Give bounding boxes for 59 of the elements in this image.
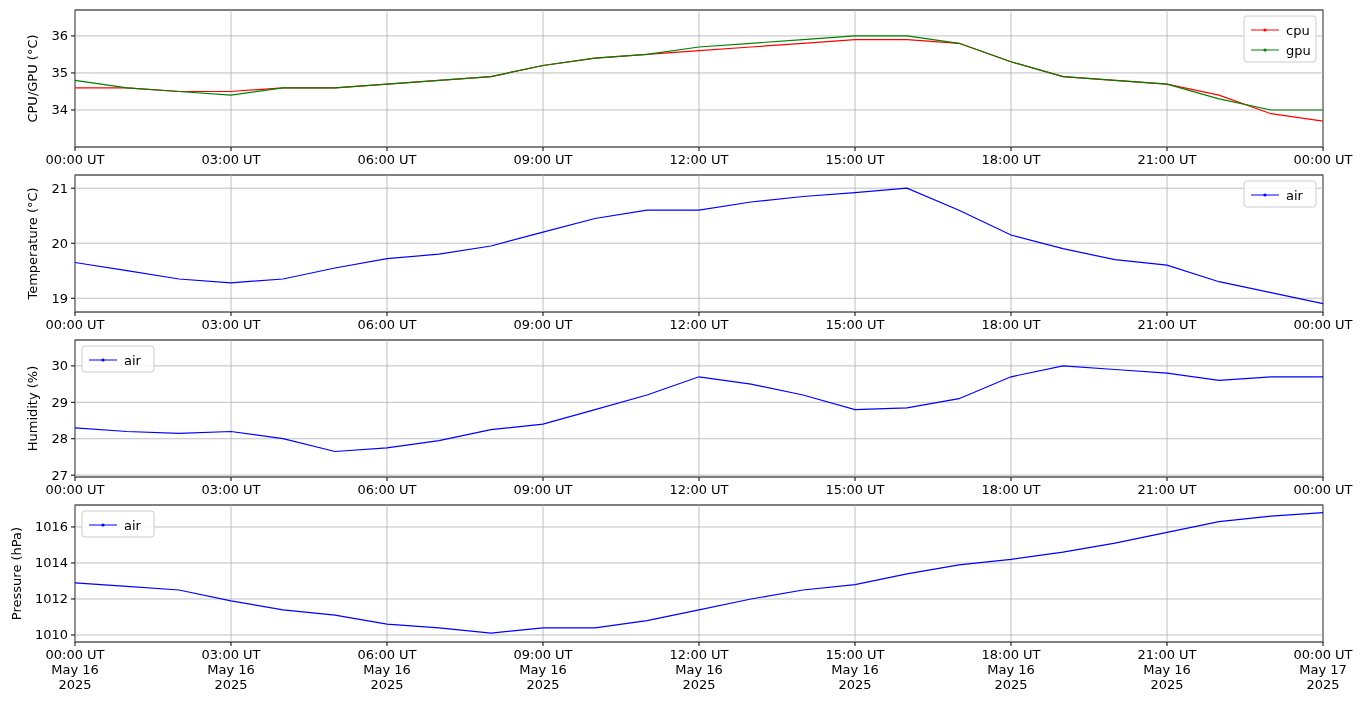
y-tick-label: 30 <box>51 358 68 374</box>
x-tick-label: 12:00 UT <box>669 152 729 165</box>
legend-label: air <box>124 353 141 368</box>
y-axis-label: Humidity (%) <box>25 365 40 452</box>
x-tick-label: 00:00 UT May 17 2025 <box>1293 647 1353 690</box>
y-tick-label: 36 <box>51 28 68 44</box>
x-tick-label: 03:00 UT <box>201 317 261 330</box>
x-tick-label: 00:00 UT <box>45 317 105 330</box>
x-tick-label: 00:00 UT <box>1293 152 1353 165</box>
y-tick-label: 1016 <box>34 519 68 535</box>
x-tick-label: 18:00 UT May 16 2025 <box>981 647 1041 690</box>
x-tick-label: 03:00 UT <box>201 482 261 495</box>
x-tick-label: 21:00 UT <box>1137 317 1197 330</box>
y-tick-label: 21 <box>51 180 68 196</box>
y-axis-label: CPU/GPU (°C) <box>25 34 40 123</box>
x-tick-label: 06:00 UT <box>357 152 417 165</box>
x-tick-label: 12:00 UT May 16 2025 <box>669 647 729 690</box>
y-tick-label: 27 <box>51 467 68 483</box>
legend-label: gpu <box>1286 43 1311 58</box>
x-tick-label: 09:00 UT <box>513 482 573 495</box>
x-tick-label: 21:00 UT May 16 2025 <box>1137 647 1197 690</box>
x-tick-label: 15:00 UT May 16 2025 <box>825 647 885 690</box>
x-tick-label: 18:00 UT <box>981 482 1041 495</box>
y-tick-label: 28 <box>51 431 68 447</box>
x-tick-label: 12:00 UT <box>669 317 729 330</box>
legend-label: air <box>1286 188 1303 203</box>
y-tick-label: 34 <box>51 102 68 118</box>
x-tick-label: 06:00 UT <box>357 482 417 495</box>
y-tick-label: 29 <box>51 394 68 410</box>
x-tick-label: 15:00 UT <box>825 152 885 165</box>
x-tick-label: 03:00 UT May 16 2025 <box>201 647 261 690</box>
x-tick-label: 21:00 UT <box>1137 482 1197 495</box>
x-tick-label: 00:00 UT <box>45 482 105 495</box>
legend-label: air <box>124 518 141 533</box>
x-tick-label: 00:00 UT <box>1293 317 1353 330</box>
x-tick-label: 12:00 UT <box>669 482 729 495</box>
y-tick-label: 19 <box>51 290 68 306</box>
x-tick-label: 00:00 UT <box>1293 482 1353 495</box>
legend-label: cpu <box>1286 23 1310 38</box>
y-tick-label: 1014 <box>34 555 68 571</box>
x-tick-label: 09:00 UT <box>513 152 573 165</box>
x-tick-label: 09:00 UT <box>513 317 573 330</box>
x-tick-label: 18:00 UT <box>981 317 1041 330</box>
y-axis-label: Temperature (°C) <box>25 187 40 300</box>
x-tick-label: 00:00 UT <box>45 152 105 165</box>
y-tick-label: 1012 <box>34 591 68 607</box>
y-tick-label: 20 <box>51 235 68 251</box>
x-tick-label: 15:00 UT <box>825 317 885 330</box>
x-tick-label: 06:00 UT <box>357 317 417 330</box>
y-axis-label: Pressure (hPa) <box>9 526 24 621</box>
x-tick-label: 06:00 UT May 16 2025 <box>357 647 417 690</box>
y-tick-label: 35 <box>51 65 68 81</box>
x-tick-label: 21:00 UT <box>1137 152 1197 165</box>
x-tick-label: 00:00 UT May 16 2025 <box>45 647 105 690</box>
x-tick-label: 09:00 UT May 16 2025 <box>513 647 573 690</box>
x-tick-label: 15:00 UT <box>825 482 885 495</box>
x-tick-label: 03:00 UT <box>201 152 261 165</box>
x-tick-label: 18:00 UT <box>981 152 1041 165</box>
y-tick-label: 1010 <box>34 627 68 643</box>
